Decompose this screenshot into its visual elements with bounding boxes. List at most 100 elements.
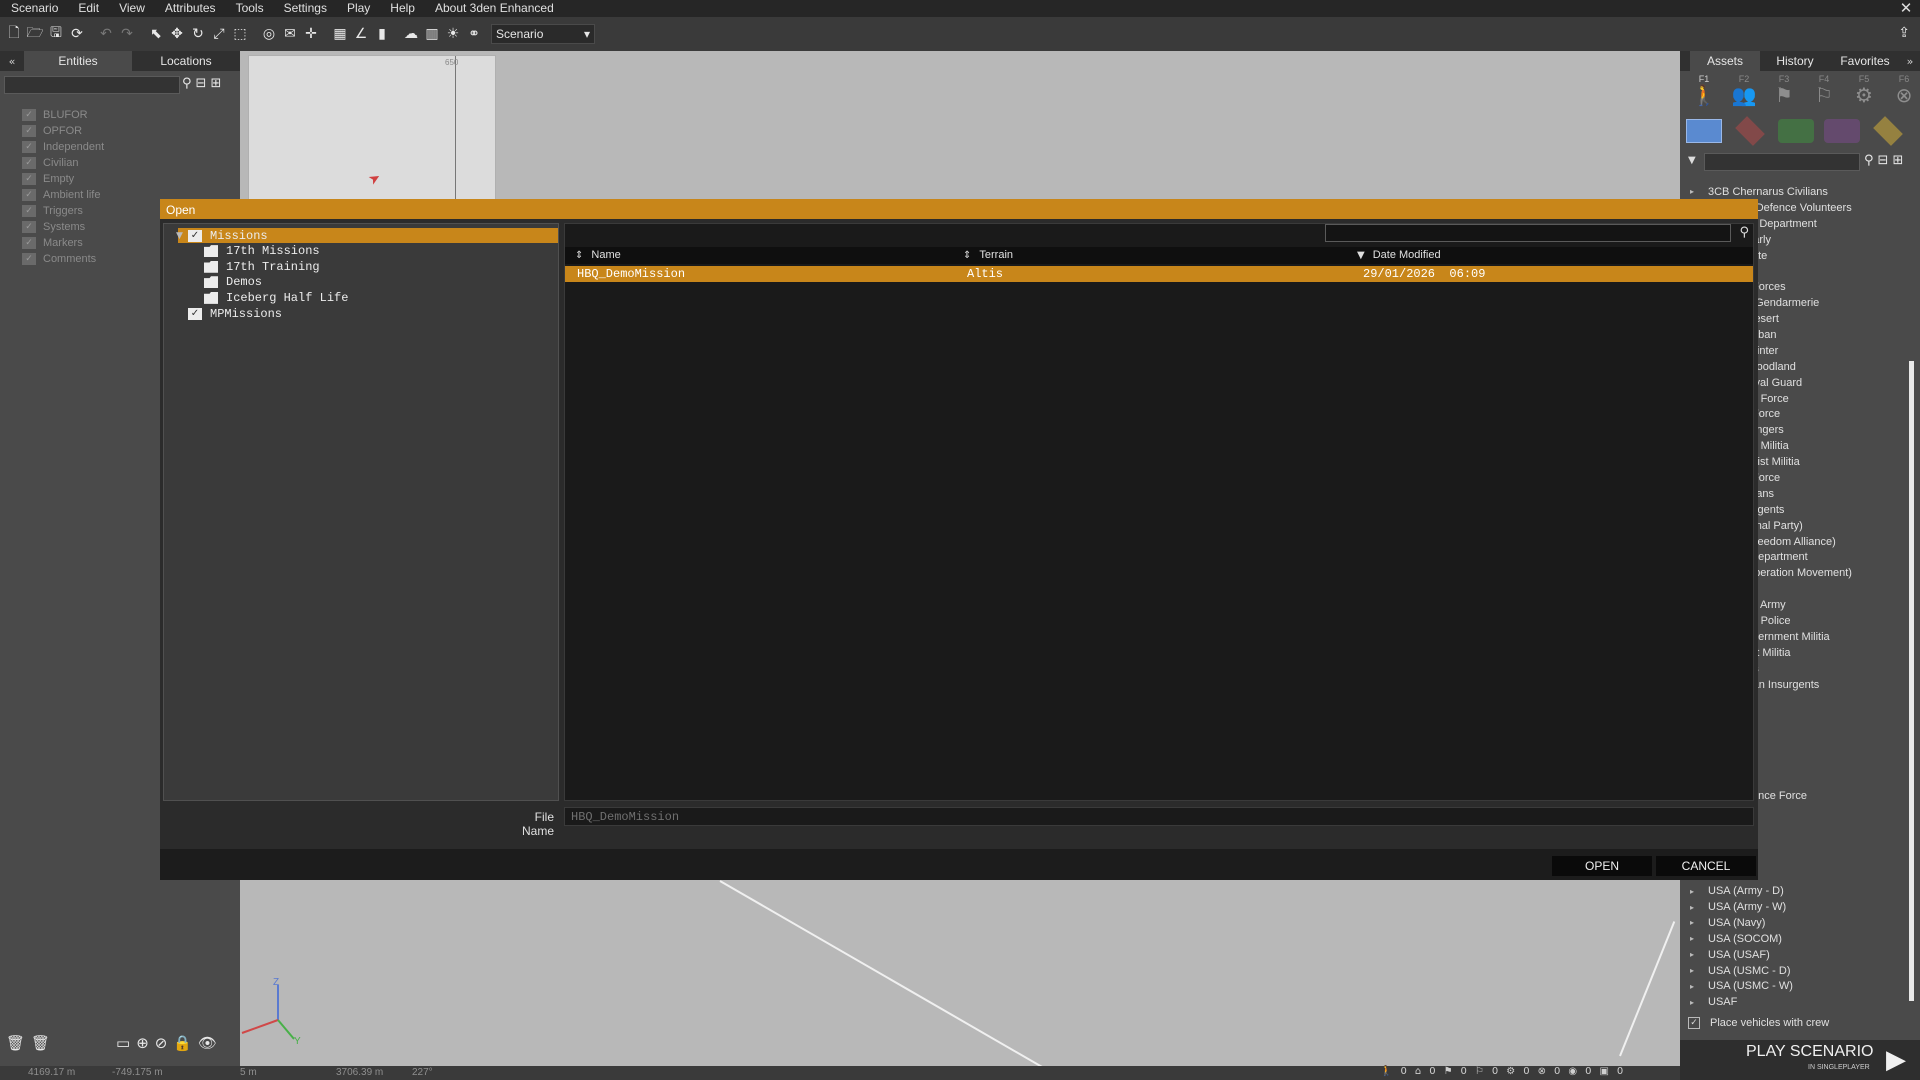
checkbox-icon[interactable]: ✓ bbox=[22, 189, 36, 201]
collapse-all-icon[interactable]: ⊟ bbox=[196, 76, 207, 91]
map-textures-icon[interactable]: ▮ bbox=[372, 24, 392, 44]
undo-icon[interactable]: ↶ bbox=[96, 24, 116, 44]
chevron-right-icon[interactable]: ▸ bbox=[1690, 187, 1708, 196]
cancel-button[interactable]: CANCEL bbox=[1656, 856, 1756, 876]
delete-all-icon[interactable]: 🗑 bbox=[31, 1034, 50, 1052]
move-icon[interactable]: ✥ bbox=[167, 24, 187, 44]
save-icon[interactable]: 🖫 bbox=[46, 24, 66, 44]
chevron-right-icon[interactable]: ▸ bbox=[1690, 966, 1708, 975]
checkbox-icon[interactable]: ✓ bbox=[22, 237, 36, 249]
redo-icon[interactable]: ↷ bbox=[117, 24, 137, 44]
list-item[interactable]: ✓ BLUFOR bbox=[22, 107, 104, 123]
list-item[interactable]: ✓ Civilian bbox=[22, 155, 104, 171]
list-item[interactable]: ▸ USA (Army - W) bbox=[1690, 899, 1910, 915]
list-item[interactable]: ▸ USA (SOCOM) bbox=[1690, 931, 1910, 947]
menu-item-attributes[interactable]: Attributes bbox=[155, 0, 226, 17]
tree-toggle-icon[interactable]: ▼ bbox=[176, 231, 188, 241]
close-icon[interactable]: ✕ bbox=[1898, 0, 1914, 17]
list-item[interactable]: ▸ 3CB Chernarus Civilians bbox=[1690, 184, 1910, 200]
asset-mode-groups[interactable]: F2 👥 bbox=[1724, 74, 1764, 106]
delete-icon[interactable]: 🗑 bbox=[6, 1034, 25, 1052]
list-item[interactable]: ▸ USA (USMC - D) bbox=[1690, 963, 1910, 979]
publish-icon[interactable]: ⇪ bbox=[1898, 25, 1910, 41]
lock-icon[interactable]: 🔒 bbox=[173, 1034, 192, 1052]
sun-icon[interactable]: ☀ bbox=[443, 24, 463, 44]
chevron-right-icon[interactable]: ▸ bbox=[1690, 998, 1708, 1007]
checkbox-icon[interactable]: ✓ bbox=[22, 221, 36, 233]
file-search-input[interactable] bbox=[1325, 224, 1731, 242]
open-button[interactable]: OPEN bbox=[1552, 856, 1652, 876]
list-item[interactable]: ✓ Comments bbox=[22, 251, 104, 267]
menu-item-play[interactable]: Play bbox=[337, 0, 380, 17]
search-icon[interactable]: ⚲ bbox=[1864, 153, 1874, 168]
eye-icon[interactable]: 👁 bbox=[198, 1034, 217, 1052]
search-icon[interactable]: ⚲ bbox=[182, 76, 192, 91]
add-layer-icon[interactable]: ⊕ bbox=[136, 1034, 149, 1052]
column-terrain[interactable]: ⇕ Terrain bbox=[963, 249, 1013, 261]
tree-item[interactable]: Iceberg Half Life bbox=[192, 290, 348, 305]
asset-mode-objects[interactable]: F1 🚶 bbox=[1684, 74, 1724, 106]
list-item[interactable]: ▸ USAF bbox=[1690, 994, 1910, 1010]
expand-all-icon[interactable]: ⊞ bbox=[1892, 153, 1903, 168]
chevron-right-icon[interactable]: ▸ bbox=[1690, 887, 1708, 896]
list-item[interactable]: ✓ Empty bbox=[22, 171, 104, 187]
tree-item[interactable]: 17th Training bbox=[192, 259, 320, 274]
asset-mode-modules[interactable]: F5 ⚙ bbox=[1844, 74, 1884, 106]
rotate-icon[interactable]: ↻ bbox=[188, 24, 208, 44]
scale-icon[interactable]: ⤢ bbox=[209, 24, 229, 44]
tab-locations[interactable]: Locations bbox=[132, 51, 240, 71]
chevron-right-icon[interactable]: ▸ bbox=[1690, 934, 1708, 943]
list-item[interactable]: ▸ USA (Navy) bbox=[1690, 915, 1910, 931]
side-swatch[interactable] bbox=[1735, 116, 1765, 146]
open-icon[interactable]: 🗁 bbox=[25, 24, 45, 44]
menu-item-edit[interactable]: Edit bbox=[68, 0, 109, 17]
column-name[interactable]: ⇕ Name bbox=[575, 249, 621, 261]
checkbox-icon[interactable]: ✓ bbox=[22, 141, 36, 153]
menu-item-help[interactable]: Help bbox=[380, 0, 425, 17]
chevron-right-icon[interactable]: ▸ bbox=[1690, 918, 1708, 927]
list-item[interactable]: ✓ Triggers bbox=[22, 203, 104, 219]
grid-icon[interactable]: ▦ bbox=[330, 24, 350, 44]
list-item[interactable]: ▸ USA (USMC - W) bbox=[1690, 979, 1910, 995]
side-swatch[interactable] bbox=[1873, 116, 1903, 146]
menu-item-settings[interactable]: Settings bbox=[274, 0, 337, 17]
list-item[interactable]: ✓ Systems bbox=[22, 219, 104, 235]
list-item[interactable]: ✓ Ambient life bbox=[22, 187, 104, 203]
chevron-right-icon[interactable]: ▸ bbox=[1690, 950, 1708, 959]
new-icon[interactable]: 🗋 bbox=[4, 24, 24, 44]
asset-mode-waypoints[interactable]: F4 ⚐ bbox=[1804, 74, 1844, 106]
checkbox-icon[interactable]: ✓ bbox=[22, 205, 36, 217]
assets-search-input[interactable] bbox=[1704, 153, 1860, 171]
vertical-mode-icon[interactable]: ◎ bbox=[259, 24, 279, 44]
list-item[interactable]: ✓ OPFOR bbox=[22, 123, 104, 139]
tree-item[interactable]: 17th Missions bbox=[192, 244, 320, 259]
chevron-right-icon[interactable]: ▸ bbox=[1690, 903, 1708, 912]
tab-history[interactable]: History bbox=[1760, 51, 1830, 71]
menu-item-about-3den-enhanced[interactable]: About 3den Enhanced bbox=[425, 0, 564, 17]
tab-favorites[interactable]: Favorites bbox=[1830, 51, 1900, 71]
filter-dropdown-icon[interactable]: ▼ bbox=[1688, 155, 1696, 166]
environment-icon[interactable]: ☁ bbox=[401, 24, 421, 44]
column-date[interactable]: ▼ Date Modified bbox=[1357, 249, 1441, 261]
scenario-select[interactable]: Scenario ▾ bbox=[491, 24, 595, 44]
tree-item[interactable]: Demos bbox=[192, 275, 262, 290]
place-vehicles-option[interactable]: ✓ Place vehicles with crew bbox=[1688, 1017, 1829, 1029]
menu-item-tools[interactable]: Tools bbox=[226, 0, 274, 17]
checkbox-icon[interactable]: ✓ bbox=[22, 157, 36, 169]
snap-icon[interactable]: ✛ bbox=[301, 24, 321, 44]
checkbox-icon[interactable]: ✓ bbox=[1688, 1017, 1700, 1029]
menu-item-scenario[interactable]: Scenario bbox=[0, 0, 68, 17]
play-scenario-button[interactable]: PLAY SCENARIO IN SINGLEPLAYER ▶ bbox=[1680, 1040, 1920, 1080]
edit-layer-icon[interactable]: ⊘ bbox=[155, 1034, 168, 1052]
expand-right-icon[interactable]: » bbox=[1900, 55, 1920, 68]
asset-mode-markers[interactable]: F6 ⊗ bbox=[1884, 74, 1920, 106]
search-icon[interactable]: ⚲ bbox=[1739, 225, 1749, 240]
export-icon[interactable]: ⟳ bbox=[67, 24, 87, 44]
surface-snap-icon[interactable]: ✉ bbox=[280, 24, 300, 44]
list-item[interactable]: ✓ Markers bbox=[22, 235, 104, 251]
minimap[interactable]: 650 ➤ bbox=[248, 55, 496, 201]
chevron-right-icon[interactable]: ▸ bbox=[1690, 982, 1708, 991]
asset-mode-triggers[interactable]: F3 ⚑ bbox=[1764, 74, 1804, 106]
area-icon[interactable]: ⬚ bbox=[230, 24, 250, 44]
select-icon[interactable]: ⬉ bbox=[146, 24, 166, 44]
